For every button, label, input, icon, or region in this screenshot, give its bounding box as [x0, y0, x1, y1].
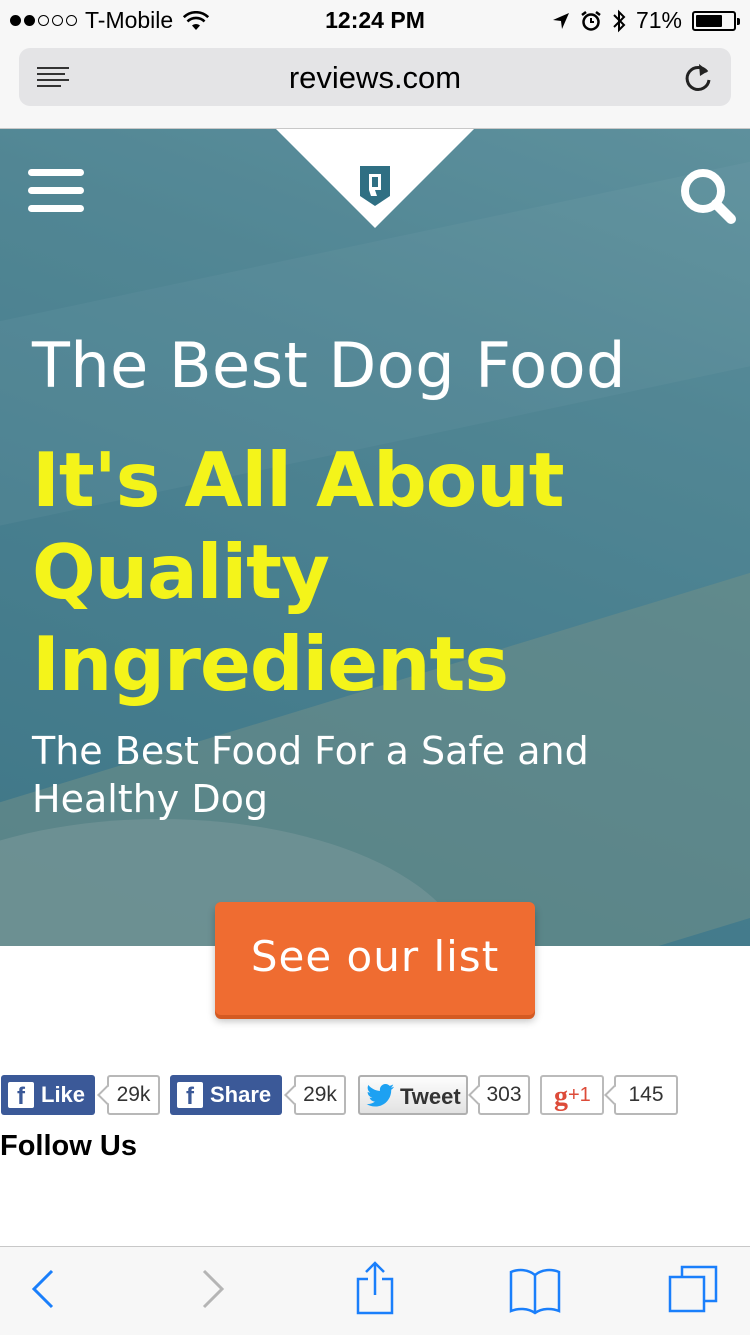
facebook-like-label: Like [41, 1082, 86, 1107]
google-plus-one-button[interactable]: g+1 [540, 1075, 604, 1115]
bookmarks-icon[interactable] [508, 1267, 562, 1315]
status-bar: T-Mobile 12:24 PM 71% [0, 0, 750, 40]
location-arrow-icon [552, 12, 569, 29]
tabs-icon[interactable] [668, 1265, 720, 1315]
google-plus-icon: g [554, 1081, 568, 1112]
facebook-like-count: 29k [107, 1075, 160, 1115]
search-icon[interactable] [678, 166, 738, 226]
hero-subtitle: The Best Food For a Safe and Healthy Dog [32, 729, 589, 821]
facebook-share-count: 29k [294, 1075, 346, 1115]
tweet-count: 303 [478, 1075, 530, 1115]
status-right: 71% [552, 7, 740, 34]
follow-us-heading: Follow Us [0, 1130, 137, 1162]
bluetooth-icon [613, 9, 626, 32]
hero-section: The Best Dog Food It's All About Quality… [0, 129, 750, 946]
battery-icon [692, 10, 740, 31]
twitter-bird-icon [366, 1084, 395, 1107]
url-text[interactable]: reviews.com [19, 60, 731, 96]
google-plus-label: +1 [568, 1084, 591, 1106]
battery-percent: 71% [635, 7, 682, 33]
reload-icon[interactable] [683, 61, 713, 93]
google-plus-count: 145 [614, 1075, 678, 1115]
facebook-icon: f [8, 1082, 34, 1110]
facebook-icon: f [177, 1082, 203, 1110]
facebook-share-button[interactable]: f Share [170, 1075, 282, 1115]
hero-headline: It's All About Quality Ingredients [32, 436, 565, 708]
share-icon[interactable] [355, 1261, 395, 1315]
alarm-icon [581, 10, 601, 31]
facebook-like-button[interactable]: f Like [1, 1075, 95, 1115]
tweet-label: Tweet [400, 1084, 461, 1109]
back-icon[interactable] [30, 1267, 56, 1311]
reviews-logo-icon[interactable] [359, 166, 391, 206]
tweet-button[interactable]: Tweet [358, 1075, 468, 1115]
browser-address-area: reviews.com [0, 40, 750, 129]
facebook-share-label: Share [210, 1082, 272, 1107]
address-bar[interactable]: reviews.com [19, 48, 731, 106]
hamburger-icon[interactable] [28, 169, 84, 213]
forward-icon[interactable] [200, 1267, 226, 1311]
social-share-row: f Like 29k f Share 29k Tweet 303 g+1 145 [0, 1075, 750, 1117]
browser-toolbar [0, 1246, 750, 1335]
see-our-list-button[interactable]: See our list [215, 902, 535, 1015]
page-title: The Best Dog Food [32, 329, 626, 402]
